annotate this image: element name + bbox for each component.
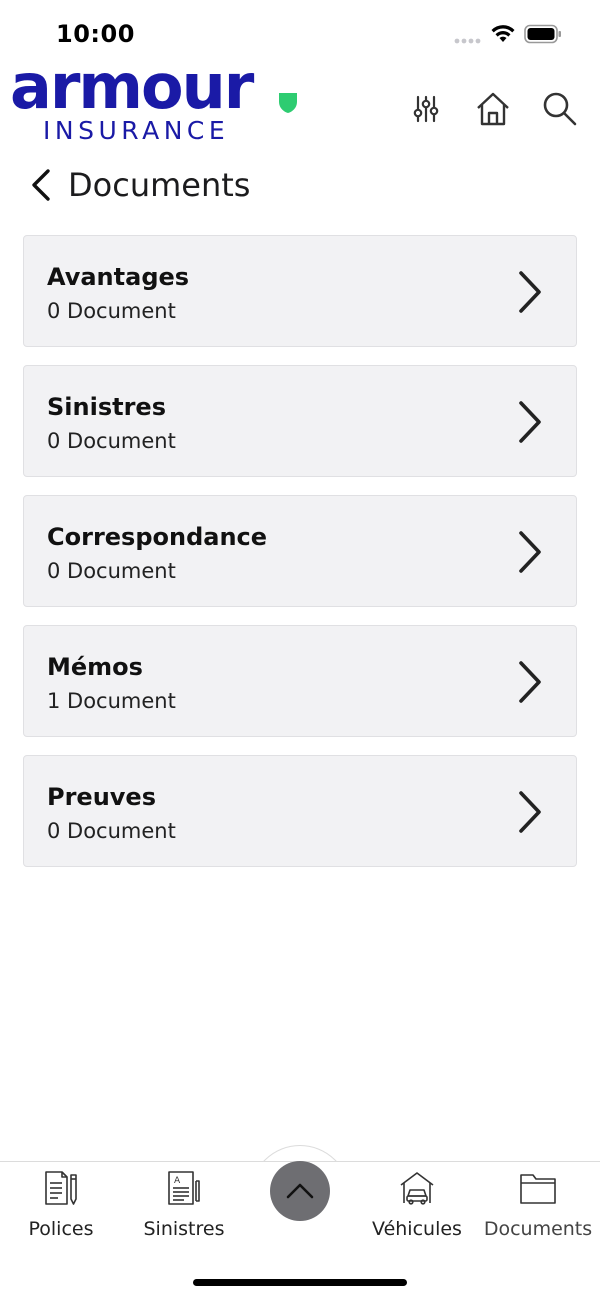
category-count: 0 Document bbox=[47, 429, 176, 453]
tab-label: Documents bbox=[483, 1218, 593, 1240]
logo-wordmark: armour bbox=[10, 50, 254, 123]
category-card-memos[interactable]: Mémos 1 Document bbox=[23, 625, 577, 737]
claim-form-icon: A bbox=[168, 1171, 200, 1205]
category-title: Correspondance bbox=[47, 523, 268, 551]
cellular-signal-icon bbox=[454, 38, 481, 44]
tab-vehicules[interactable]: Véhicules bbox=[357, 1168, 477, 1248]
chevron-right-icon bbox=[519, 531, 541, 573]
category-title: Avantages bbox=[47, 263, 190, 291]
document-category-list: Avantages 0 Document Sinistres 0 Documen… bbox=[23, 235, 577, 885]
home-icon bbox=[477, 92, 509, 126]
logo-subtitle: INSURANCE bbox=[43, 116, 230, 145]
folder-icon bbox=[520, 1174, 556, 1204]
svg-text:A: A bbox=[174, 1176, 181, 1186]
back-button[interactable] bbox=[24, 166, 58, 204]
category-title: Mémos bbox=[47, 653, 143, 681]
home-indicator bbox=[193, 1279, 407, 1286]
tab-polices[interactable]: Polices bbox=[1, 1168, 121, 1248]
chevron-up-icon bbox=[286, 1183, 314, 1199]
filter-icon bbox=[413, 95, 439, 123]
shield-icon bbox=[279, 93, 297, 113]
wifi-icon bbox=[491, 25, 515, 42]
home-button[interactable] bbox=[474, 90, 512, 128]
category-card-sinistres[interactable]: Sinistres 0 Document bbox=[23, 365, 577, 477]
chevron-right-icon bbox=[519, 661, 541, 703]
tab-label: Polices bbox=[28, 1218, 94, 1240]
category-card-preuves[interactable]: Preuves 0 Document bbox=[23, 755, 577, 867]
category-count: 0 Document bbox=[47, 559, 176, 583]
chevron-right-icon bbox=[519, 791, 541, 833]
tab-label: Véhicules bbox=[372, 1218, 462, 1240]
category-count: 0 Document bbox=[47, 819, 176, 843]
chevron-right-icon bbox=[519, 401, 541, 443]
policy-document-icon bbox=[45, 1171, 77, 1205]
battery-icon bbox=[524, 24, 561, 44]
garage-car-icon bbox=[400, 1172, 434, 1205]
category-title: Sinistres bbox=[47, 393, 166, 421]
category-title: Preuves bbox=[47, 783, 156, 811]
chevron-left-icon bbox=[32, 169, 50, 201]
filter-button[interactable] bbox=[407, 90, 445, 128]
chevron-right-icon bbox=[519, 271, 541, 313]
search-button[interactable] bbox=[541, 90, 579, 128]
expand-menu-button[interactable] bbox=[270, 1161, 330, 1221]
tab-sinistres[interactable]: A Sinistres bbox=[124, 1168, 244, 1248]
page-title: Documents bbox=[68, 166, 251, 204]
tab-label: Sinistres bbox=[143, 1218, 225, 1240]
armour-insurance-logo[interactable]: armour INSURANCE bbox=[10, 56, 310, 148]
category-card-avantages[interactable]: Avantages 0 Document bbox=[23, 235, 577, 347]
category-count: 1 Document bbox=[47, 689, 176, 713]
tab-documents[interactable]: Documents bbox=[478, 1168, 598, 1248]
category-count: 0 Document bbox=[47, 299, 176, 323]
status-time: 10:00 bbox=[56, 20, 135, 48]
search-icon bbox=[543, 92, 577, 126]
category-card-correspondance[interactable]: Correspondance 0 Document bbox=[23, 495, 577, 607]
